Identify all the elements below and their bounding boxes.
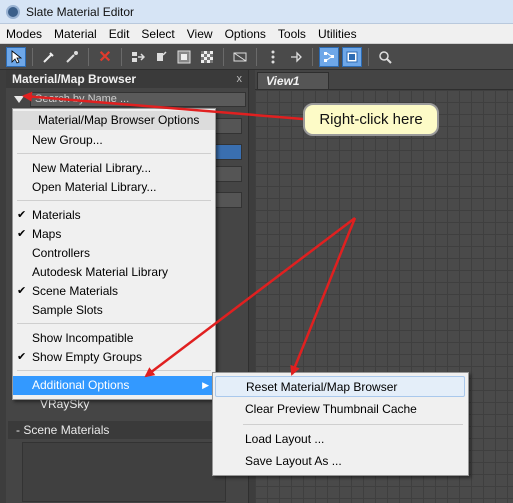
toolbar-separator — [312, 47, 313, 66]
menu-item-controllers[interactable]: Controllers — [13, 244, 215, 263]
menu-item-new-group[interactable]: New Group... — [13, 131, 215, 150]
menu-options[interactable]: Options — [219, 24, 272, 44]
menu-item-clear-thumbnail-cache[interactable]: Clear Preview Thumbnail Cache — [213, 399, 468, 420]
menu-separator — [243, 424, 463, 425]
window-title: Slate Material Editor — [26, 4, 135, 19]
context-menu-header: Material/Map Browser Options — [13, 111, 215, 130]
menu-separator — [17, 323, 211, 324]
right-click-callout: Right-click here — [303, 103, 439, 136]
scene-materials-list — [22, 442, 226, 502]
checkmark-icon: ✔ — [17, 285, 27, 297]
menu-item-open-material-library[interactable]: Open Material Library... — [13, 178, 215, 197]
pick-material-icon[interactable] — [62, 47, 82, 67]
checkmark-icon: ✔ — [17, 228, 27, 240]
toolbar-separator — [88, 47, 89, 66]
search-input[interactable]: Search by Name ... — [30, 91, 246, 107]
menu-separator — [17, 370, 211, 371]
submenu-arrow-icon: ▶ — [202, 380, 209, 390]
menu-tools[interactable]: Tools — [272, 24, 312, 44]
menu-item-maps[interactable]: ✔ Maps — [13, 225, 215, 244]
delete-icon[interactable]: ✕ — [95, 47, 115, 67]
menu-utilities[interactable]: Utilities — [312, 24, 363, 44]
panel-title: Material/Map Browser — [12, 72, 137, 86]
menu-separator — [17, 200, 211, 201]
panel-list-item — [214, 166, 242, 182]
checkmark-icon: ✔ — [17, 351, 27, 363]
toolbar-separator — [32, 47, 33, 66]
scene-materials-rollout[interactable]: - Scene Materials — [8, 421, 246, 439]
toolbar-separator — [256, 47, 257, 66]
toolbar-separator — [223, 47, 224, 66]
menu-modes[interactable]: Modes — [0, 24, 48, 44]
menu-item-label: Scene Materials — [32, 284, 119, 298]
panel-list-item — [214, 118, 242, 134]
menu-item-autodesk-material-library[interactable]: Autodesk Material Library — [13, 263, 215, 282]
menu-item-new-material-library[interactable]: New Material Library... — [13, 159, 215, 178]
panel-list-item — [214, 192, 242, 208]
move-children-icon[interactable] — [128, 47, 148, 67]
select-pointer-icon[interactable] — [6, 46, 26, 67]
menu-material[interactable]: Material — [48, 24, 103, 44]
toolbar-separator — [368, 47, 369, 66]
menu-item-show-empty-groups[interactable]: ✔ Show Empty Groups — [13, 348, 215, 367]
panel-list-item — [214, 144, 242, 160]
panel-header: Material/Map Browser x — [6, 70, 248, 88]
menu-item-show-incompatible[interactable]: Show Incompatible — [13, 329, 215, 348]
magnify-icon[interactable] — [375, 47, 395, 67]
additional-options-submenu: Reset Material/Map Browser Clear Preview… — [212, 372, 469, 476]
toolbar-separator — [121, 47, 122, 66]
menu-item-materials[interactable]: ✔ Materials — [13, 206, 215, 225]
title-bar: Slate Material Editor — [0, 0, 513, 24]
checkmark-icon: ✔ — [17, 209, 27, 221]
menu-item-save-layout[interactable]: Save Layout As ... — [213, 451, 468, 472]
tab-view1[interactable]: View1 — [257, 72, 329, 89]
menu-item-label: Maps — [32, 227, 62, 241]
menu-bar: Modes Material Edit Select View Options … — [0, 24, 513, 44]
menu-item-label: Show Empty Groups — [32, 350, 143, 364]
browser-options-context-menu: Material/Map Browser Options New Group..… — [12, 108, 216, 400]
toolbar: ✕ — [0, 44, 513, 70]
sample-box-icon[interactable] — [230, 47, 250, 67]
show-background-icon[interactable] — [174, 47, 194, 67]
node-layout-icon[interactable] — [319, 46, 339, 67]
hide-icon[interactable] — [286, 47, 306, 67]
browser-options-triangle-icon[interactable] — [14, 95, 24, 103]
eyedropper-icon[interactable] — [39, 47, 59, 67]
search-row: Search by Name ... — [10, 90, 246, 108]
checker-icon[interactable] — [197, 47, 217, 67]
menu-item-reset-browser[interactable]: Reset Material/Map Browser — [215, 376, 465, 397]
menu-select[interactable]: Select — [135, 24, 180, 44]
menu-item-sample-slots[interactable]: Sample Slots — [13, 301, 215, 320]
active-view-icon[interactable] — [342, 46, 362, 67]
app-icon — [6, 4, 20, 19]
menu-item-label: Materials — [32, 208, 81, 222]
show-shaded-icon[interactable] — [263, 47, 283, 67]
menu-item-scene-materials[interactable]: ✔ Scene Materials — [13, 282, 215, 301]
close-icon[interactable]: x — [237, 73, 243, 85]
menu-item-load-layout[interactable]: Load Layout ... — [213, 429, 468, 450]
menu-item-label: Additional Options — [32, 378, 130, 392]
menu-separator — [17, 153, 211, 154]
menu-item-additional-options[interactable]: Additional Options ▶ — [13, 376, 215, 395]
menu-edit[interactable]: Edit — [103, 24, 136, 44]
layout-icon[interactable] — [151, 47, 171, 67]
menu-view[interactable]: View — [181, 24, 219, 44]
